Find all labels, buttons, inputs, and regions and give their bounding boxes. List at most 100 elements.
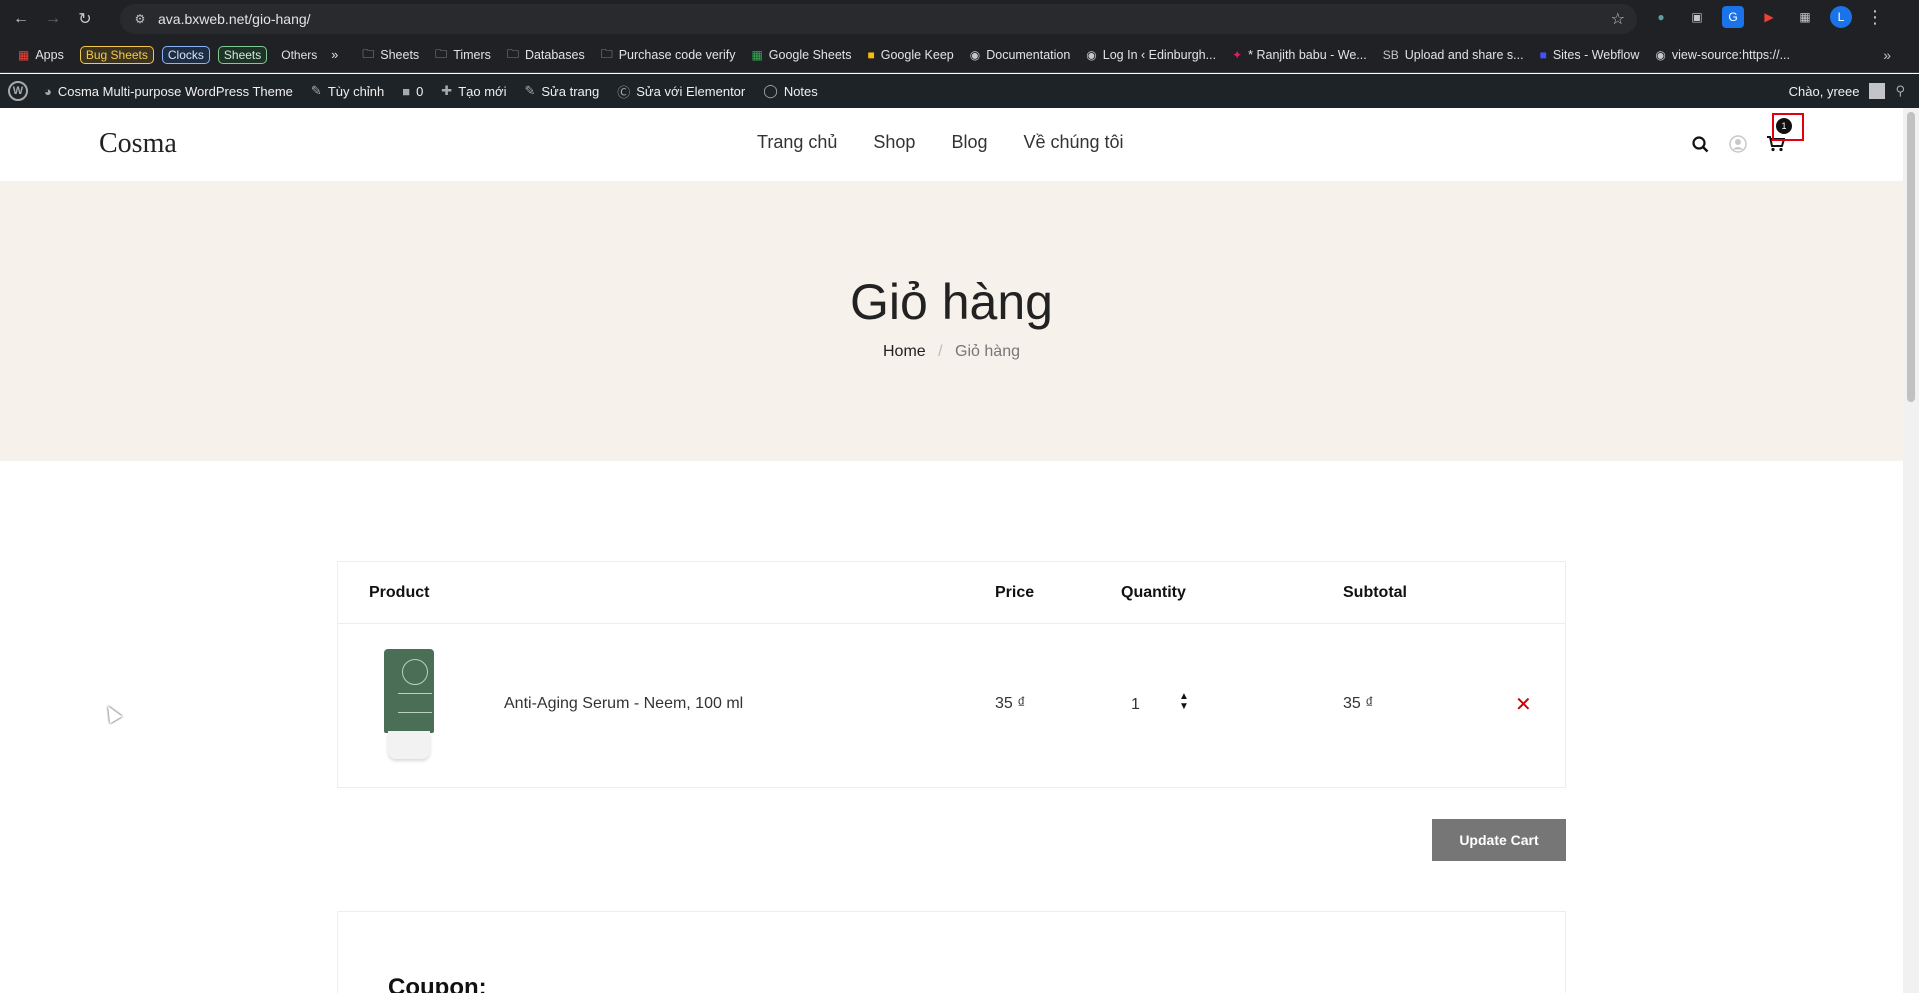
tube-body <box>384 649 434 733</box>
nav-item-home[interactable]: Trang chủ <box>757 132 837 153</box>
brush-icon: ✎ <box>310 83 322 98</box>
wp-customize-label: Tùy chỉnh <box>327 83 385 99</box>
header-quantity: Quantity <box>1121 584 1186 601</box>
bookmark-google-sheets[interactable]: ▦ Google Sheets <box>751 48 851 62</box>
scroll-thumb[interactable] <box>1907 112 1915 402</box>
wp-greeting: Chào, yreee <box>1788 83 1860 99</box>
back-icon[interactable]: ← <box>10 8 32 30</box>
extension-1-icon[interactable]: ● <box>1650 6 1672 28</box>
quantity-arrows-icon[interactable]: ▲ ▼ <box>1179 692 1189 712</box>
nav-item-about[interactable]: Về chúng tôi <box>1023 132 1123 153</box>
bookmark-label: Google Keep <box>880 48 954 62</box>
bookmark-label: Databases <box>524 48 585 62</box>
bookmark-webflow[interactable]: ■ Sites - Webflow <box>1540 48 1640 62</box>
wp-notes[interactable]: ◯ Notes <box>763 83 818 99</box>
wp-edit-page[interactable]: ✎ Sửa trang <box>524 83 599 99</box>
user-account-icon[interactable] <box>1728 134 1748 154</box>
breadcrumb: Home / Giỏ hàng <box>0 343 1903 361</box>
bookmark-chip-sheets[interactable]: Sheets <box>217 46 268 64</box>
bookmark-label: Google Sheets <box>768 48 852 62</box>
bookmark-login-edinburgh[interactable]: ◉ Log In ‹ Edinburgh... <box>1086 48 1216 62</box>
nav-item-shop[interactable]: Shop <box>873 132 915 153</box>
bookmark-view-source[interactable]: ◉ view-source:https://... <box>1655 48 1790 62</box>
kebab-menu-icon[interactable]: ⋮ <box>1866 7 1884 28</box>
cart-item-row: Anti-Aging Serum - Neem, 100 ml 35 ₫ 1 ▲… <box>338 624 1565 788</box>
pencil-icon: ✎ <box>524 83 536 98</box>
bookmark-overflow-icon[interactable]: » <box>331 48 338 62</box>
site-info-icon[interactable]: ⚙ <box>132 11 148 27</box>
slack-icon: ✦ <box>1232 48 1243 62</box>
product-thumbnail[interactable] <box>378 649 440 761</box>
google-keep-icon: ■ <box>867 48 875 62</box>
bookmark-google-keep[interactable]: ■ Google Keep <box>868 48 954 62</box>
profile-avatar[interactable]: L <box>1830 6 1852 28</box>
wp-comments[interactable]: ■ 0 <box>402 84 423 99</box>
address-bar[interactable]: ⚙ ava.bxweb.net/gio-hang/ ☆ <box>120 4 1637 34</box>
product-price: 35 ₫ <box>995 695 1026 712</box>
wp-edit-elementor-label: Sửa với Elementor <box>636 83 746 99</box>
wp-new[interactable]: ✚ Tạo mới <box>441 83 506 99</box>
breadcrumb-current: Giỏ hàng <box>955 343 1020 360</box>
search-icon[interactable] <box>1690 134 1710 154</box>
bookmark-label: Log In ‹ Edinburgh... <box>1102 48 1217 62</box>
wp-site-name-label: Cosma Multi-purpose WordPress Theme <box>57 83 293 99</box>
translate-extension-icon[interactable]: G <box>1722 6 1744 28</box>
puzzle-extensions-icon[interactable]: ▦ <box>1794 6 1816 28</box>
bookmark-chip-clocks[interactable]: Clocks <box>161 46 210 64</box>
google-sheets-icon: ▦ <box>751 48 763 62</box>
wp-comments-count: 0 <box>416 83 424 99</box>
remove-item-icon[interactable]: ✕ <box>1515 692 1532 717</box>
bookmark-label: Timers <box>453 48 491 62</box>
bookmark-slack[interactable]: ✦ * Ranjith babu - We... <box>1232 48 1367 62</box>
quantity-input[interactable]: 1 <box>1131 696 1171 714</box>
cart-table-header: Product Price Quantity Subtotal <box>338 562 1565 624</box>
bookmark-label: Upload and share s... <box>1404 48 1524 62</box>
reload-icon[interactable]: ↻ <box>74 8 96 30</box>
header-price: Price <box>995 584 1035 601</box>
bookmark-chip-others[interactable]: Others <box>275 46 323 64</box>
product-name-link[interactable]: Anti-Aging Serum - Neem, 100 ml <box>504 695 743 713</box>
wp-admin-bar: W ◕ Cosma Multi-purpose WordPress Theme ✎… <box>0 74 1919 108</box>
record-extension-icon[interactable]: ▶ <box>1758 6 1780 28</box>
bookmark-folder-timers[interactable]: 🗀 Timers <box>435 45 491 66</box>
speech-bubble-icon: ◯ <box>763 83 778 98</box>
bookmark-label: Sites - Webflow <box>1552 48 1640 62</box>
update-cart-button[interactable]: Update Cart <box>1432 819 1566 861</box>
folder-icon: 🗀 <box>362 46 375 61</box>
sb-icon: SB <box>1382 48 1399 62</box>
bookmarks-overflow-icon[interactable]: » <box>1883 47 1891 63</box>
globe-icon: ◉ <box>1086 48 1097 62</box>
nav-item-blog[interactable]: Blog <box>951 132 987 153</box>
wp-customize[interactable]: ✎ Tùy chỉnh <box>311 83 384 99</box>
globe-icon: ◉ <box>969 48 981 62</box>
browser-toolbar: ← → ↻ ⚙ ava.bxweb.net/gio-hang/ ☆ ● ▣ G … <box>0 0 1919 38</box>
wp-account[interactable]: Chào, yreee ⚲ <box>1789 83 1905 99</box>
main-nav: Trang chủ Shop Blog Về chúng tôi <box>757 132 1124 153</box>
quantity-stepper[interactable]: 1 ▲ ▼ <box>1121 688 1201 722</box>
forward-icon[interactable]: → <box>42 8 64 30</box>
bookmark-folder-purchase[interactable]: 🗀 Purchase code verify <box>601 45 736 66</box>
bookmark-folder-sheets[interactable]: 🗀 Sheets <box>362 45 419 66</box>
wp-site-name[interactable]: ◕ Cosma Multi-purpose WordPress Theme <box>44 84 293 99</box>
bookmark-chip-bug-sheets[interactable]: Bug Sheets <box>79 46 154 64</box>
globe-icon: ◉ <box>1655 48 1666 62</box>
site-logo[interactable]: Cosma <box>99 128 177 160</box>
plus-icon: ✚ <box>441 83 453 98</box>
bookmark-star-icon[interactable]: ☆ <box>1611 9 1625 29</box>
wp-edit-elementor[interactable]: Ⓒ Sửa với Elementor <box>617 82 745 101</box>
page-scrollbar[interactable] <box>1903 108 1919 993</box>
tube-cap <box>388 731 430 759</box>
bookmark-apps[interactable]: ▦ Apps <box>18 48 64 62</box>
webflow-icon: ■ <box>1539 48 1547 62</box>
page-title-banner: Giỏ hàng Home / Giỏ hàng <box>0 181 1903 461</box>
extensions-area: ● ▣ G ▶ ▦ L ⋮ <box>1650 6 1884 28</box>
wordpress-logo-icon[interactable]: W <box>8 81 28 101</box>
tube-text <box>398 693 432 713</box>
bookmark-upload-share[interactable]: SB Upload and share s... <box>1383 48 1524 62</box>
url-text[interactable]: ava.bxweb.net/gio-hang/ <box>158 11 311 27</box>
wp-search-icon[interactable]: ⚲ <box>1895 83 1905 99</box>
camera-extension-icon[interactable]: ▣ <box>1686 6 1708 28</box>
breadcrumb-home[interactable]: Home <box>883 343 926 360</box>
bookmark-folder-databases[interactable]: 🗀 Databases <box>507 45 585 66</box>
bookmark-documentation[interactable]: ◉ Documentation <box>970 48 1071 62</box>
